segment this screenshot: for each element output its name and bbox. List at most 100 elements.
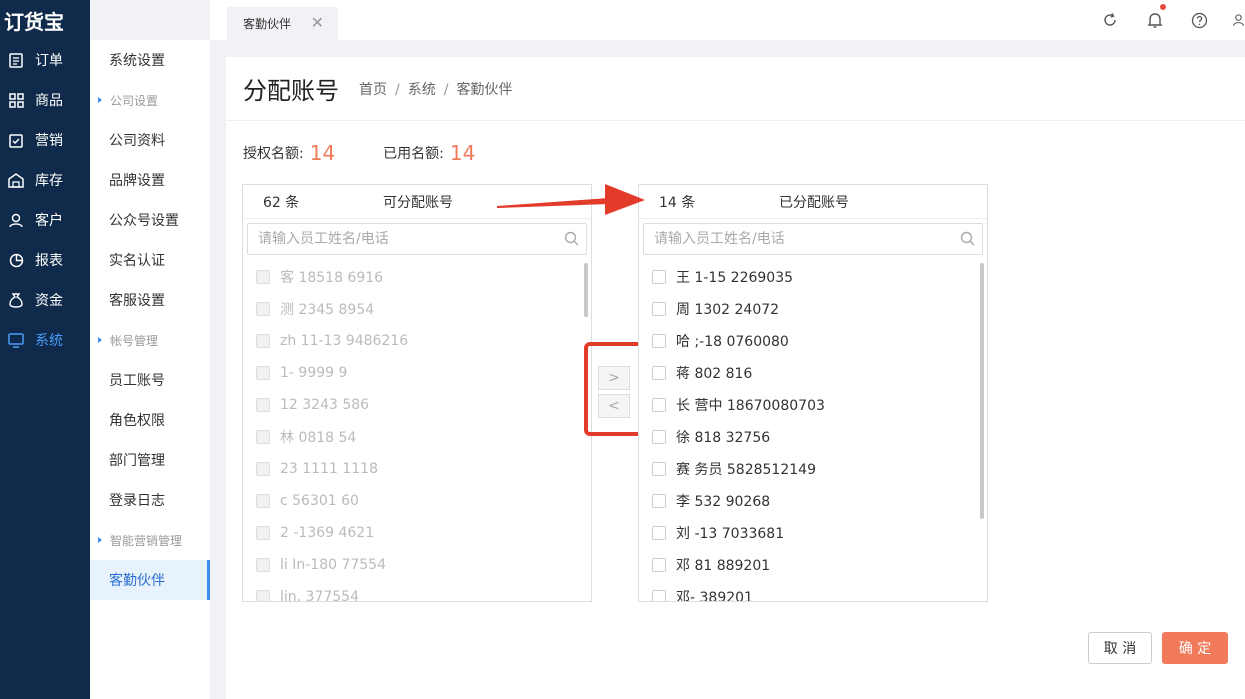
list-item[interactable]: 测 2345 8954 bbox=[243, 293, 591, 325]
checkbox[interactable] bbox=[256, 334, 270, 348]
help-icon[interactable] bbox=[1189, 10, 1209, 30]
nav-item-report[interactable]: 报表 bbox=[0, 240, 90, 280]
checkbox[interactable] bbox=[256, 270, 270, 284]
checkbox[interactable] bbox=[256, 430, 270, 444]
search-icon[interactable] bbox=[564, 231, 580, 251]
submenu-group-company[interactable]: 公司设置 bbox=[90, 80, 210, 120]
list-item[interactable]: 林 0818 54 bbox=[243, 421, 591, 453]
list-item[interactable]: 23 1111 1118 bbox=[243, 453, 591, 485]
assigned-search-input[interactable] bbox=[654, 231, 954, 247]
checkbox[interactable] bbox=[652, 430, 666, 444]
breadcrumb-home[interactable]: 首页 bbox=[359, 82, 387, 98]
cancel-button[interactable]: 取 消 bbox=[1088, 632, 1152, 664]
checkbox[interactable] bbox=[652, 558, 666, 572]
scrollbar[interactable] bbox=[980, 263, 984, 519]
submenu-login-log[interactable]: 登录日志 bbox=[90, 480, 210, 520]
list-item[interactable]: 周 1302 24072 bbox=[639, 293, 987, 325]
breadcrumb-system[interactable]: 系统 bbox=[408, 82, 436, 98]
panel-header: 14 条 已分配账号 bbox=[639, 185, 987, 219]
list-item[interactable]: 刘 -13 7033681 bbox=[639, 517, 987, 549]
list-item[interactable]: 赛 务员 5828512149 bbox=[639, 453, 987, 485]
main-panel: 分配账号 首页 / 系统 / 客勤伙伴 授权名额: 14 已用名额: 14 62 条 可… bbox=[226, 57, 1245, 699]
breadcrumb-sep: / bbox=[395, 81, 400, 98]
list-item[interactable]: 蒋 802 816 bbox=[639, 357, 987, 389]
scrollbar[interactable] bbox=[584, 263, 588, 317]
submenu-service-settings[interactable]: 客服设置 bbox=[90, 280, 210, 320]
search-icon[interactable] bbox=[960, 231, 976, 251]
refresh-icon[interactable] bbox=[1100, 10, 1120, 30]
checkbox[interactable] bbox=[256, 302, 270, 316]
item-text: c 56301 60 bbox=[280, 493, 359, 509]
list-item[interactable]: 长 营中 18670080703 bbox=[639, 389, 987, 421]
checkbox[interactable] bbox=[256, 494, 270, 508]
submenu-company-profile[interactable]: 公司资料 bbox=[90, 120, 210, 160]
checkbox[interactable] bbox=[256, 558, 270, 572]
checkbox[interactable] bbox=[652, 366, 666, 380]
assigned-list: 王 1-15 2269035 周 1302 24072 哈 ;-18 07600… bbox=[639, 261, 987, 601]
item-text: 林 0818 54 bbox=[280, 430, 357, 446]
checkbox[interactable] bbox=[256, 526, 270, 540]
checkbox[interactable] bbox=[652, 462, 666, 476]
submenu-partner[interactable]: 客勤伙伴 bbox=[90, 560, 210, 600]
list-item[interactable]: 2 -1369 4621 bbox=[243, 517, 591, 549]
assigned-search-box bbox=[643, 223, 983, 255]
user-icon[interactable] bbox=[1232, 10, 1245, 30]
warehouse-icon bbox=[8, 172, 24, 188]
list-item[interactable]: 12 3243 586 bbox=[243, 389, 591, 421]
list-item[interactable]: li In-180 77554 bbox=[243, 549, 591, 581]
checkbox[interactable] bbox=[256, 462, 270, 476]
list-item[interactable]: 客 18518 6916 bbox=[243, 261, 591, 293]
available-search-box bbox=[247, 223, 587, 255]
submenu-official-account[interactable]: 公众号设置 bbox=[90, 200, 210, 240]
bell-icon[interactable] bbox=[1145, 10, 1165, 30]
list-item[interactable]: lin. 377554 bbox=[243, 581, 591, 601]
submenu-role-permission[interactable]: 角色权限 bbox=[90, 400, 210, 440]
item-text: 李 532 90268 bbox=[676, 494, 771, 510]
list-item[interactable]: c 56301 60 bbox=[243, 485, 591, 517]
list-item[interactable]: 邓 81 889201 bbox=[639, 549, 987, 581]
checkbox[interactable] bbox=[256, 366, 270, 380]
assigned-count: 14 条 bbox=[659, 194, 696, 211]
submenu-staff-account[interactable]: 员工账号 bbox=[90, 360, 210, 400]
confirm-button[interactable]: 确 定 bbox=[1162, 632, 1228, 664]
nav-item-money[interactable]: 资金 bbox=[0, 280, 90, 320]
nav-item-marketing[interactable]: 营销 bbox=[0, 120, 90, 160]
tab-partner[interactable]: 客勤伙伴 ✕ bbox=[227, 7, 338, 40]
item-text: 徐 818 32756 bbox=[676, 430, 771, 446]
submenu-realname[interactable]: 实名认证 bbox=[90, 240, 210, 280]
nav-item-customer[interactable]: 客户 bbox=[0, 200, 90, 240]
checkbox[interactable] bbox=[652, 398, 666, 412]
item-text: 邓- 389201 bbox=[676, 590, 753, 601]
move-right-button[interactable]: > bbox=[598, 366, 630, 390]
submenu-brand-settings[interactable]: 品牌设置 bbox=[90, 160, 210, 200]
close-icon[interactable]: ✕ bbox=[311, 15, 324, 31]
nav-item-goods[interactable]: 商品 bbox=[0, 80, 90, 120]
list-item[interactable]: 王 1-15 2269035 bbox=[639, 261, 987, 293]
submenu-system-settings[interactable]: 系统设置 bbox=[90, 40, 210, 80]
list-item[interactable]: 李 532 90268 bbox=[639, 485, 987, 517]
monitor-icon bbox=[8, 332, 24, 348]
checkbox[interactable] bbox=[652, 334, 666, 348]
item-text: 12 3243 586 bbox=[280, 397, 370, 413]
list-item[interactable]: 1- 9999 9 bbox=[243, 357, 591, 389]
checkbox[interactable] bbox=[652, 302, 666, 316]
checkbox[interactable] bbox=[652, 526, 666, 540]
submenu-dept-manage[interactable]: 部门管理 bbox=[90, 440, 210, 480]
checkbox[interactable] bbox=[652, 494, 666, 508]
checkbox[interactable] bbox=[256, 590, 270, 601]
move-left-button[interactable]: < bbox=[598, 394, 630, 418]
nav-item-warehouse[interactable]: 库存 bbox=[0, 160, 90, 200]
checkbox[interactable] bbox=[652, 270, 666, 284]
list-item[interactable]: 邓- 389201 bbox=[639, 581, 987, 601]
nav-item-order[interactable]: 订单 bbox=[0, 40, 90, 80]
submenu-group-account[interactable]: 帐号管理 bbox=[90, 320, 210, 360]
submenu-group-smart[interactable]: 智能营销管理 bbox=[90, 520, 210, 560]
nav-item-system[interactable]: 系统 bbox=[0, 320, 90, 360]
checkbox[interactable] bbox=[256, 398, 270, 412]
checkbox[interactable] bbox=[652, 590, 666, 601]
caret-right-icon bbox=[98, 537, 102, 543]
list-item[interactable]: 徐 818 32756 bbox=[639, 421, 987, 453]
list-item[interactable]: zh 11-13 9486216 bbox=[243, 325, 591, 357]
available-search-input[interactable] bbox=[258, 231, 558, 247]
list-item[interactable]: 哈 ;-18 0760080 bbox=[639, 325, 987, 357]
